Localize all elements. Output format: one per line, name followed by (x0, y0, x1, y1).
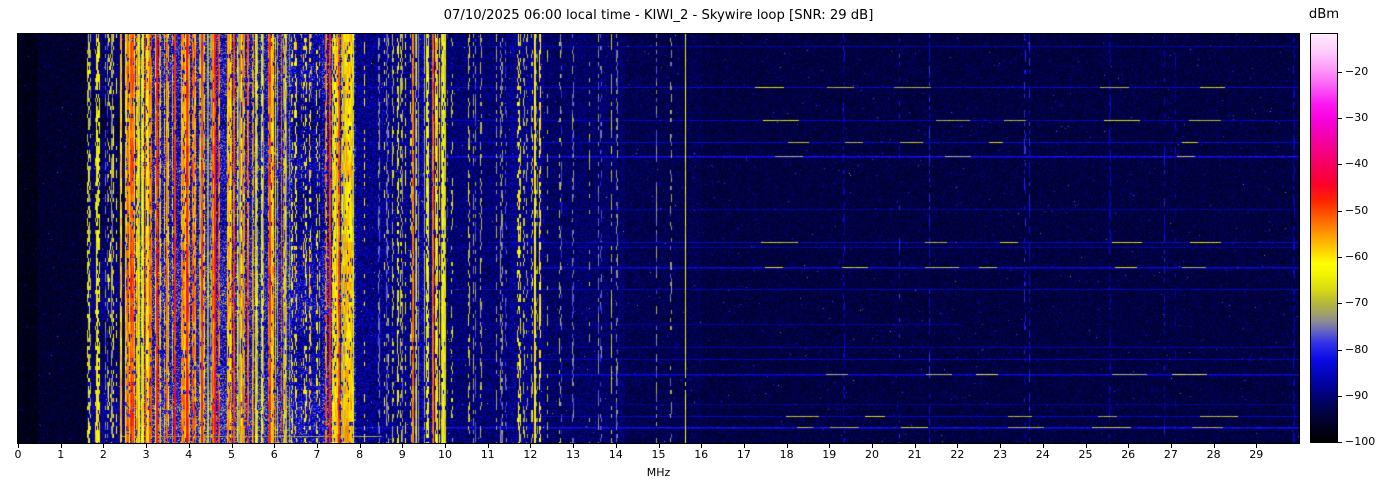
colorbar-tick-mark (1338, 395, 1342, 397)
colorbar-tick-label: −40 (1345, 157, 1369, 171)
colorbar-tick-mark (1338, 442, 1342, 443)
colorbar-tick-mark (1338, 257, 1342, 258)
x-tick-label: 27 (1163, 448, 1178, 461)
chart-title: 07/10/2025 06:00 local time - KIWI_2 - S… (443, 8, 874, 23)
waterfall-plot-area (17, 33, 1300, 444)
x-tick-label: 6 (270, 448, 278, 461)
x-tick-label: 3 (142, 448, 150, 461)
colorbar-tick-label: −60 (1345, 250, 1369, 263)
x-tick-label: 23 (993, 448, 1008, 461)
x-tick-label: 11 (480, 448, 495, 461)
colorbar-tick-mark (1338, 71, 1342, 73)
x-tick-label: 15 (651, 448, 666, 461)
x-tick-label: 28 (1206, 448, 1221, 461)
x-tick-label: 9 (398, 448, 406, 461)
x-tick-label: 10 (438, 448, 452, 461)
x-tick-label: 24 (1035, 448, 1050, 461)
x-tick-label: 7 (313, 448, 321, 461)
x-tick-label: 19 (822, 448, 837, 461)
x-tick-label: 18 (779, 448, 794, 461)
x-tick-label: 14 (608, 448, 623, 461)
colorbar-tick-label: −100 (1345, 435, 1376, 448)
x-axis-label: MHz (646, 466, 671, 479)
x-tick-label: 12 (523, 448, 538, 461)
x-tick-label: 8 (356, 448, 364, 461)
x-tick-label: 1 (57, 448, 65, 461)
spectrogram-figure: 07/10/2025 06:00 local time - KIWI_2 - S… (0, 0, 1400, 500)
colorbar-tick-label: −70 (1345, 296, 1369, 310)
spectrogram-canvas (18, 34, 1299, 443)
x-tick-label: 0 (14, 448, 22, 461)
x-tick-label: 17 (736, 448, 751, 461)
colorbar-tick-label: −50 (1345, 203, 1369, 217)
x-tick-label: 2 (99, 448, 107, 461)
x-tick-label: 25 (1078, 448, 1093, 461)
colorbar-tick-label: −20 (1345, 64, 1369, 78)
x-tick-label: 4 (185, 448, 193, 461)
x-tick-label: 22 (950, 448, 965, 461)
x-tick-label: 20 (865, 448, 879, 461)
x-tick-label: 26 (1121, 448, 1136, 461)
colorbar-tick-mark (1338, 164, 1342, 166)
colorbar (1310, 33, 1338, 443)
colorbar-tick-mark (1338, 210, 1342, 212)
colorbar-tick-mark (1338, 349, 1342, 351)
colorbar-tick-mark (1338, 118, 1342, 120)
colorbar-tick-label: −30 (1345, 111, 1369, 125)
colorbar-tick-label: −90 (1345, 388, 1369, 402)
x-tick-label: 16 (694, 448, 709, 461)
colorbar-tick-label: −80 (1345, 342, 1369, 356)
colorbar-unit-label: dBm (1308, 7, 1340, 22)
x-tick-label: 21 (907, 448, 922, 461)
colorbar-tick-mark (1338, 303, 1342, 305)
x-tick-label: 13 (566, 448, 581, 461)
x-tick-label: 29 (1249, 448, 1264, 461)
x-tick-label: 5 (228, 448, 235, 461)
